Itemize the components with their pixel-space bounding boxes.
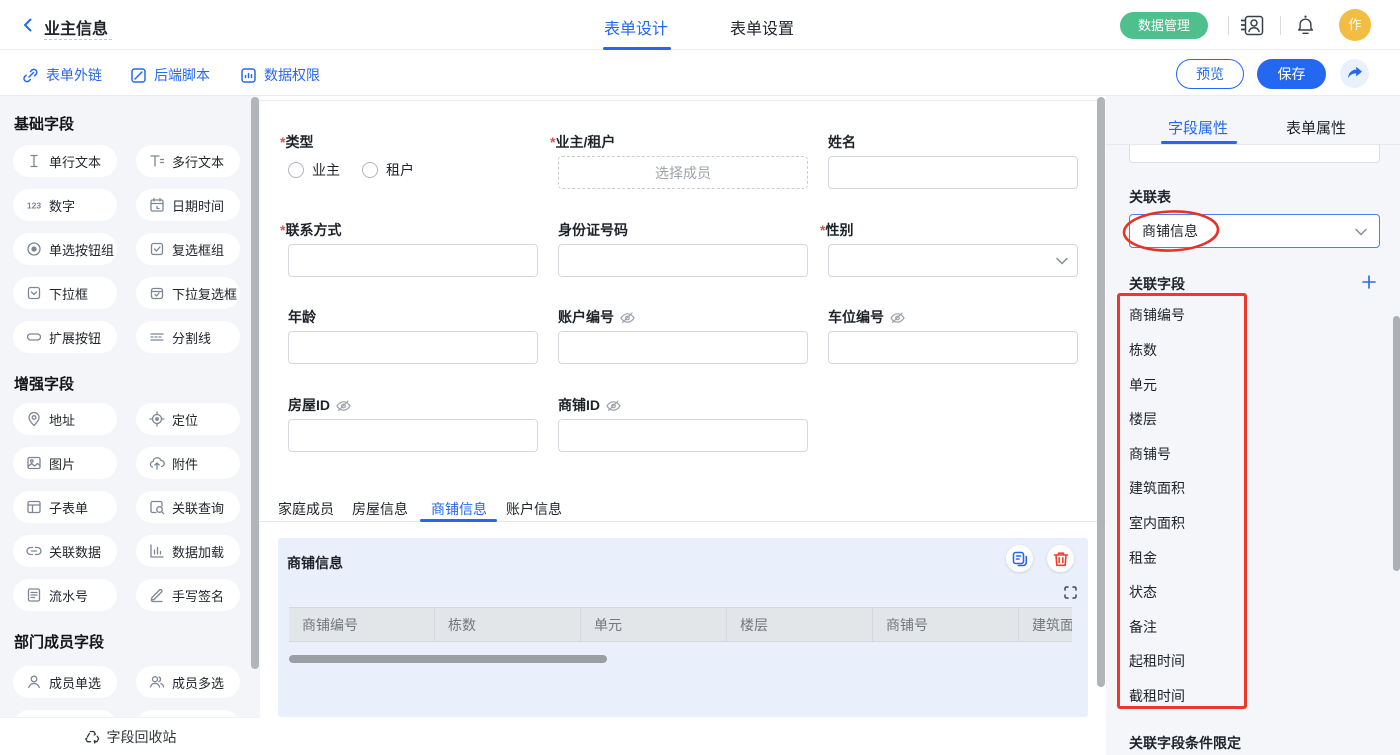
- svg-text:123: 123: [27, 201, 41, 211]
